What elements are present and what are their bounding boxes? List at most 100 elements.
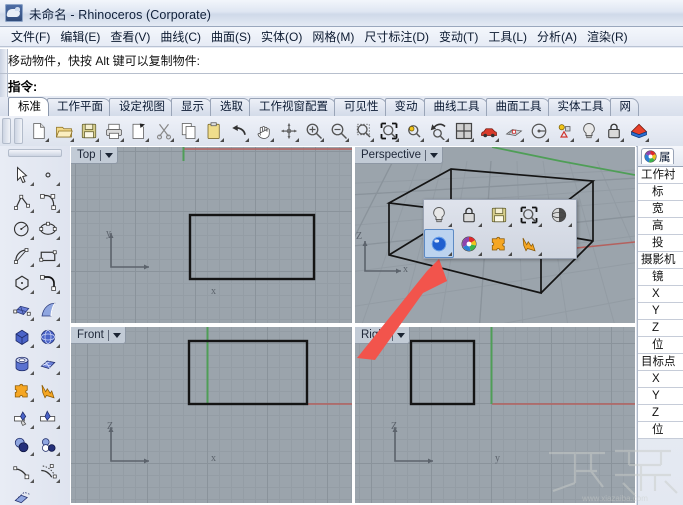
mesh-plane-icon[interactable]	[35, 350, 61, 377]
flyout-corner[interactable]	[56, 344, 60, 348]
flyout-corner[interactable]	[30, 209, 34, 213]
flyout-corner[interactable]	[295, 138, 299, 142]
flyout-corner[interactable]	[570, 138, 574, 142]
flyout-corner[interactable]	[56, 182, 60, 186]
zoom-window-icon[interactable]	[351, 118, 376, 144]
tab-surface-tools[interactable]: 曲面工具	[485, 98, 550, 116]
flyout-corner[interactable]	[568, 223, 572, 227]
properties-row[interactable]: Z	[638, 405, 683, 422]
tab-solid-tools[interactable]: 实体工具	[547, 98, 612, 116]
tab-select[interactable]: 选取	[210, 98, 251, 116]
flyout-corner[interactable]	[620, 138, 624, 142]
copy-object-icon[interactable]	[9, 485, 35, 505]
menu-edit[interactable]: 编辑(E)	[55, 27, 105, 47]
chevron-down-icon[interactable]	[112, 332, 121, 338]
flyout-corner[interactable]	[448, 252, 452, 256]
flyout-corner[interactable]	[70, 138, 74, 142]
properties-row[interactable]: Z	[638, 320, 683, 337]
lock-icon[interactable]	[601, 118, 626, 144]
polyline-icon[interactable]	[9, 188, 35, 215]
properties-row[interactable]: 标	[638, 184, 683, 201]
trim-icon[interactable]	[9, 404, 35, 431]
viewport-top[interactable]: y x Top	[71, 147, 352, 323]
arc-icon[interactable]	[9, 242, 35, 269]
toolbar-grip[interactable]	[2, 118, 11, 144]
shaded-sphere-icon[interactable]	[544, 200, 574, 229]
zoom-extents-icon[interactable]	[376, 118, 401, 144]
flyout-corner[interactable]	[270, 138, 274, 142]
tab-standard[interactable]: 标准	[8, 97, 49, 116]
menu-dimension[interactable]: 尺寸标注(D)	[359, 27, 434, 47]
plugin-puzzle-icon[interactable]	[484, 229, 514, 258]
flyout-corner[interactable]	[195, 138, 199, 142]
new-file-icon[interactable]	[26, 118, 51, 144]
flyout-corner[interactable]	[595, 138, 599, 142]
viewport-perspective-label[interactable]: Perspective	[355, 147, 444, 164]
flyout-corner[interactable]	[30, 452, 34, 456]
flyout-corner[interactable]	[420, 138, 424, 142]
boolean-union-icon[interactable]	[9, 377, 35, 404]
viewport-top-label[interactable]: Top	[71, 147, 118, 164]
flyout-corner[interactable]	[470, 138, 474, 142]
flyout-corner[interactable]	[30, 425, 34, 429]
properties-row[interactable]: X	[638, 371, 683, 388]
flyout-corner[interactable]	[320, 138, 324, 142]
menu-render[interactable]: 渲染(R)	[582, 27, 633, 47]
render-car-icon[interactable]	[476, 118, 501, 144]
split-icon[interactable]	[35, 404, 61, 431]
flyout-corner[interactable]	[56, 479, 60, 483]
polygon-icon[interactable]	[9, 269, 35, 296]
menu-solid[interactable]: 实体(O)	[256, 27, 307, 47]
flyout-corner[interactable]	[520, 138, 524, 142]
boolean-difference-icon[interactable]	[9, 431, 35, 458]
toolbar-grip-2[interactable]	[14, 118, 23, 144]
properties-row[interactable]: Y	[638, 303, 683, 320]
zoom-extents-icon[interactable]	[514, 200, 544, 229]
paste-clipboard-icon[interactable]	[201, 118, 226, 144]
flyout-corner[interactable]	[56, 398, 60, 402]
tab-transform[interactable]: 变动	[384, 98, 426, 116]
flyout-corner[interactable]	[30, 317, 34, 321]
properties-row[interactable]: X	[638, 286, 683, 303]
ellipse-icon[interactable]	[35, 215, 61, 242]
zoom-previous-icon[interactable]	[426, 118, 451, 144]
properties-row[interactable]: 摄影机	[638, 252, 683, 269]
zoom-selected-icon[interactable]	[401, 118, 426, 144]
properties-row[interactable]: 宽	[638, 201, 683, 218]
tab-cplane[interactable]: 工作平面	[47, 98, 111, 116]
flyout-corner[interactable]	[30, 479, 34, 483]
menu-surface[interactable]: 曲面(S)	[206, 27, 256, 47]
flyout-corner[interactable]	[545, 138, 549, 142]
flyout-corner[interactable]	[370, 138, 374, 142]
box-icon[interactable]	[9, 323, 35, 350]
tab-display[interactable]: 显示	[171, 98, 212, 116]
flyout-corner[interactable]	[30, 182, 34, 186]
properties-row[interactable]: 镜	[638, 269, 683, 286]
flyout-corner[interactable]	[645, 138, 649, 142]
flyout-corner[interactable]	[220, 138, 224, 142]
left-toolbar-grip[interactable]	[8, 149, 62, 157]
color-wheel-icon[interactable]	[454, 229, 484, 258]
open-folder-icon[interactable]	[51, 118, 76, 144]
flyout-corner[interactable]	[30, 371, 34, 375]
properties-row[interactable]: 目标点	[638, 354, 683, 371]
flyout-corner[interactable]	[345, 138, 349, 142]
menu-file[interactable]: 文件(F)	[6, 27, 55, 47]
point-icon[interactable]	[35, 161, 61, 188]
properties-row[interactable]: 位	[638, 337, 683, 354]
flyout-corner[interactable]	[538, 223, 542, 227]
tab-curve-tools[interactable]: 曲线工具	[423, 98, 488, 116]
viewport-right-label[interactable]: Right	[355, 327, 410, 344]
flyout-corner[interactable]	[170, 138, 174, 142]
flyout-corner[interactable]	[30, 290, 34, 294]
properties-row[interactable]: 投	[638, 235, 683, 252]
menu-analyze[interactable]: 分析(A)	[532, 27, 582, 47]
circle-icon[interactable]	[9, 215, 35, 242]
flyout-corner[interactable]	[56, 263, 60, 267]
flyout-corner[interactable]	[395, 138, 399, 142]
command-input[interactable]	[46, 75, 679, 93]
menu-transform[interactable]: 变动(T)	[434, 27, 483, 47]
properties-row[interactable]: 高	[638, 218, 683, 235]
print-icon[interactable]	[101, 118, 126, 144]
flyout-corner[interactable]	[448, 223, 452, 227]
